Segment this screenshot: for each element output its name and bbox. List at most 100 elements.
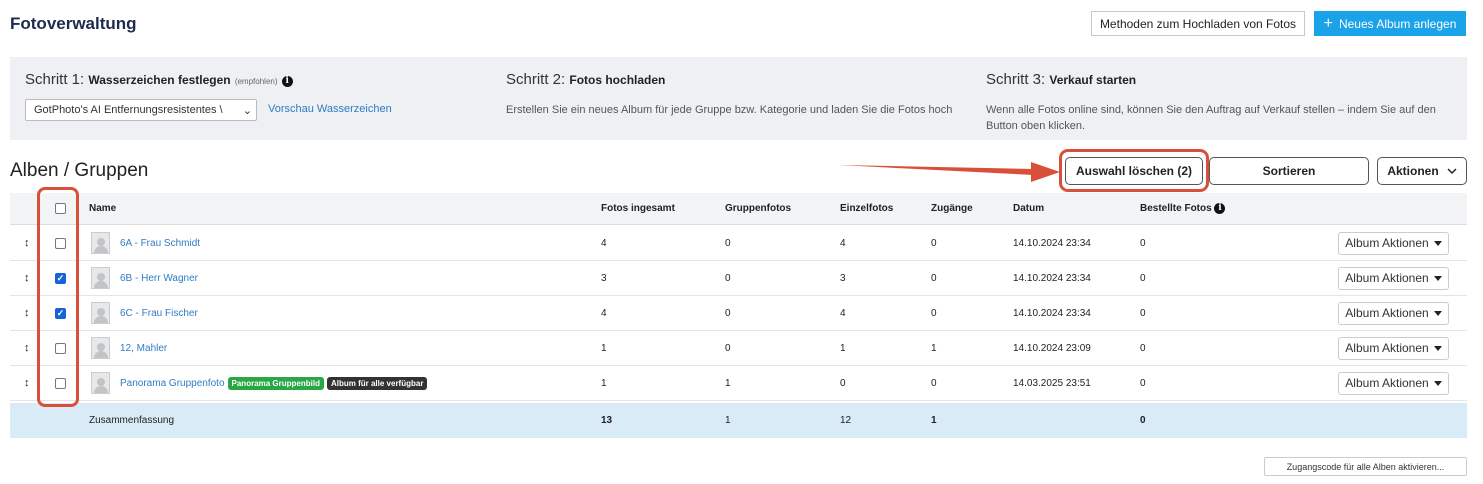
preview-watermark-link[interactable]: Vorschau Wasserzeichen bbox=[268, 103, 392, 115]
plus-icon: + bbox=[1323, 14, 1333, 32]
step-1-heading: Schritt 1: Wasserzeichen festlegen (empf… bbox=[25, 71, 293, 88]
step-3-prefix: Schritt 3: bbox=[986, 71, 1046, 88]
person-placeholder-icon bbox=[91, 267, 110, 289]
table-row[interactable]: ↕ 12, Mahler 1 0 1 1 14.10.2024 23:09 0 … bbox=[10, 331, 1467, 366]
step-2-description: Erstellen Sie ein neues Album für jede G… bbox=[506, 104, 953, 116]
cell-date: 14.10.2024 23:34 bbox=[1013, 237, 1091, 249]
cell-total: 1 bbox=[601, 342, 607, 354]
cell-ordered: 0 bbox=[1140, 342, 1146, 354]
step-3-description: Wenn alle Fotos online sind, können Sie … bbox=[986, 104, 1436, 132]
person-placeholder-icon bbox=[91, 232, 110, 254]
album-actions-button[interactable]: Album Aktionen bbox=[1338, 231, 1449, 255]
highlight-box-checkboxes bbox=[37, 187, 79, 407]
available-for-all-badge: Album für alle verfügbar bbox=[326, 376, 428, 390]
summary-label: Zusammenfassung bbox=[89, 415, 175, 426]
summary-ordered: 0 bbox=[1140, 415, 1146, 426]
cell-access: 0 bbox=[931, 272, 937, 284]
album-name-cell: Panorama Gruppenfoto Panorama Gruppenbil… bbox=[120, 366, 428, 400]
album-actions-button[interactable]: Album Aktionen bbox=[1338, 371, 1449, 395]
actions-button[interactable]: Aktionen bbox=[1377, 157, 1467, 185]
drag-handle-icon[interactable]: ↕ bbox=[24, 331, 30, 365]
albums-title: Alben / Gruppen bbox=[10, 160, 149, 181]
album-actions-cell: Album Aktionen bbox=[1338, 226, 1449, 260]
drag-handle-icon[interactable]: ↕ bbox=[24, 366, 30, 400]
watermark-select[interactable]: GotPhoto's AI Entfernungsresistentes \ ⌄ bbox=[25, 99, 257, 121]
cell-access: 1 bbox=[931, 342, 937, 354]
col-group[interactable]: Gruppenfotos bbox=[725, 193, 791, 224]
album-thumbnail bbox=[91, 261, 110, 295]
cell-date: 14.03.2025 23:51 bbox=[1013, 377, 1091, 389]
album-actions-button[interactable]: Album Aktionen bbox=[1338, 301, 1449, 325]
col-access[interactable]: Zugänge bbox=[931, 193, 973, 224]
cell-total: 4 bbox=[601, 307, 607, 319]
table-row[interactable]: ↕ ✓ 6B - Herr Wagner 3 0 3 0 14.10.2024 … bbox=[10, 261, 1467, 296]
album-actions-cell: Album Aktionen bbox=[1338, 331, 1449, 365]
col-date[interactable]: Datum bbox=[1013, 193, 1044, 224]
thumbnail-body bbox=[93, 351, 108, 358]
actions-label: Aktionen bbox=[1387, 164, 1439, 178]
chevron-down-icon bbox=[1447, 167, 1457, 174]
album-name-link[interactable]: 6C - Frau Fischer bbox=[120, 296, 198, 330]
caret-down-icon bbox=[1433, 310, 1442, 316]
cell-date: 14.10.2024 23:34 bbox=[1013, 307, 1091, 319]
album-name-link[interactable]: 6A - Frau Schmidt bbox=[120, 226, 200, 260]
step-1: Schritt 1: Wasserzeichen festlegen (empf… bbox=[25, 71, 293, 88]
table-row[interactable]: ↕ Panorama Gruppenfoto Panorama Gruppenb… bbox=[10, 366, 1467, 401]
caret-down-icon bbox=[1433, 380, 1442, 386]
caret-down-icon bbox=[1433, 345, 1442, 351]
thumbnail-head bbox=[96, 238, 105, 246]
new-album-button[interactable]: + Neues Album anlegen bbox=[1314, 11, 1466, 36]
album-name-link[interactable]: 6B - Herr Wagner bbox=[120, 261, 198, 295]
cell-single: 1 bbox=[840, 342, 846, 354]
drag-handle-icon[interactable]: ↕ bbox=[24, 296, 30, 330]
col-ordered[interactable]: Bestellte Fotos i bbox=[1140, 193, 1226, 224]
activate-access-codes-button[interactable]: Zugangscode für alle Alben aktivieren... bbox=[1264, 457, 1467, 476]
caret-down-icon bbox=[1433, 275, 1442, 281]
cell-group: 0 bbox=[725, 307, 731, 319]
album-name-link[interactable]: Panorama Gruppenfoto bbox=[120, 378, 225, 389]
album-actions-label: Album Aktionen bbox=[1345, 341, 1429, 355]
thumbnail-head bbox=[96, 343, 105, 351]
info-icon[interactable]: i bbox=[1214, 203, 1226, 214]
drag-handle-icon[interactable]: ↕ bbox=[24, 261, 30, 295]
col-total[interactable]: Fotos ingesamt bbox=[601, 193, 675, 224]
cell-group: 0 bbox=[725, 342, 731, 354]
thumbnail-body bbox=[93, 316, 108, 323]
step-2: Schritt 2: Fotos hochladen Erstellen Sie… bbox=[506, 71, 966, 118]
cell-access: 0 bbox=[931, 307, 937, 319]
album-name-link[interactable]: 12, Mahler bbox=[120, 331, 167, 365]
new-album-label: Neues Album anlegen bbox=[1338, 16, 1457, 31]
step-3-title: Verkauf starten bbox=[1049, 73, 1137, 87]
upload-methods-button[interactable]: Methoden zum Hochladen von Fotos bbox=[1091, 11, 1305, 36]
person-placeholder-icon bbox=[91, 337, 110, 359]
table-row[interactable]: ↕ ✓ 6C - Frau Fischer 4 0 4 0 14.10.2024… bbox=[10, 296, 1467, 331]
thumbnail-head bbox=[96, 378, 105, 386]
cell-ordered: 0 bbox=[1140, 237, 1146, 249]
album-actions-label: Album Aktionen bbox=[1345, 271, 1429, 285]
step-1-note: (empfohlen) bbox=[234, 77, 278, 86]
cell-group: 0 bbox=[725, 272, 731, 284]
album-actions-button[interactable]: Album Aktionen bbox=[1338, 266, 1449, 290]
col-name[interactable]: Name bbox=[89, 193, 116, 224]
summary-row: Zusammenfassung 13 1 12 1 0 bbox=[10, 403, 1467, 438]
summary-access: 1 bbox=[931, 415, 937, 426]
cell-ordered: 0 bbox=[1140, 272, 1146, 284]
highlight-box-delete bbox=[1059, 149, 1209, 192]
album-thumbnail bbox=[91, 331, 110, 365]
drag-handle-icon[interactable]: ↕ bbox=[24, 226, 30, 260]
album-actions-button[interactable]: Album Aktionen bbox=[1338, 336, 1449, 360]
album-actions-cell: Album Aktionen bbox=[1338, 296, 1449, 330]
summary-single: 12 bbox=[840, 415, 852, 426]
col-single[interactable]: Einzelfotos bbox=[840, 193, 893, 224]
cell-ordered: 0 bbox=[1140, 307, 1146, 319]
cell-date: 14.10.2024 23:34 bbox=[1013, 272, 1091, 284]
info-icon[interactable]: i bbox=[281, 76, 293, 87]
cell-single: 4 bbox=[840, 307, 846, 319]
album-actions-cell: Album Aktionen bbox=[1338, 261, 1449, 295]
step-3: Schritt 3: Verkauf starten Wenn alle Fot… bbox=[986, 71, 1456, 134]
panorama-badge: Panorama Gruppenbild bbox=[227, 376, 324, 390]
sort-button[interactable]: Sortieren bbox=[1209, 157, 1369, 185]
table-row[interactable]: ↕ 6A - Frau Schmidt 4 0 4 0 14.10.2024 2… bbox=[10, 226, 1467, 261]
album-thumbnail bbox=[91, 366, 110, 400]
summary-total: 13 bbox=[601, 415, 613, 426]
